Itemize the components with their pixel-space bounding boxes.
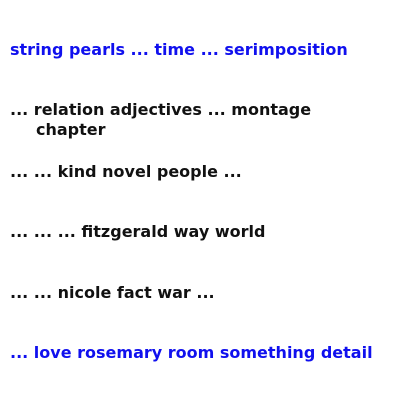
text-line-6: ... love rosemary room something detail xyxy=(10,343,373,362)
text-line-4: ... ... ... fitzgerald way world xyxy=(10,222,266,241)
text-line-5: ... ... nicole fact war ... xyxy=(10,283,215,302)
text-line-1: string pearls ... time ... serimposition xyxy=(10,40,348,59)
text-line-2: ... relation adjectives ... montage chap… xyxy=(10,100,312,139)
text-line-3: ... ... kind novel people ... xyxy=(10,162,242,181)
